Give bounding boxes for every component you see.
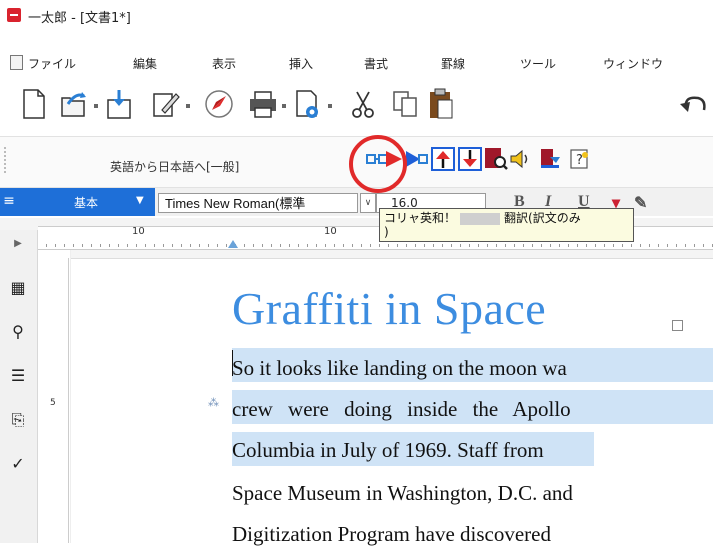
vertical-ruler-mark: 5 bbox=[50, 398, 56, 408]
navigator-icon[interactable] bbox=[202, 86, 236, 122]
document-line[interactable]: crew were doing inside the Apollo bbox=[232, 397, 571, 422]
style-selector[interactable]: 基本 ▼ bbox=[18, 188, 155, 216]
left-sidebar bbox=[0, 230, 38, 543]
document-title[interactable]: Graffiti in Space bbox=[232, 282, 546, 335]
dictionary-lookup-icon[interactable] bbox=[484, 147, 508, 171]
style-label: 基本 bbox=[74, 196, 99, 210]
print-dropdown-icon[interactable] bbox=[282, 104, 286, 108]
document-menu-icon[interactable] bbox=[10, 55, 23, 70]
edit-dropdown-icon[interactable] bbox=[186, 104, 190, 108]
highlight-pen-icon[interactable]: ✎ bbox=[634, 193, 647, 213]
paste-icon[interactable] bbox=[424, 86, 458, 122]
format-menu-icon[interactable]: ≡ bbox=[0, 188, 18, 216]
menu-tools[interactable]: ツール bbox=[520, 55, 556, 72]
document-line[interactable]: Columbia in July of 1969. Staff from bbox=[232, 438, 544, 463]
new-document-icon[interactable] bbox=[16, 86, 50, 122]
speaker-icon[interactable] bbox=[508, 147, 532, 171]
menu-file[interactable]: ファイル bbox=[28, 55, 76, 72]
window-title: 一太郎 - [文書1*] bbox=[28, 11, 131, 26]
undo-icon[interactable] bbox=[676, 86, 710, 122]
translate-down-icon[interactable] bbox=[458, 147, 482, 171]
thumbnail-grid-icon[interactable]: ▦ bbox=[8, 278, 28, 298]
save-icon[interactable] bbox=[102, 86, 136, 122]
menu-edit[interactable]: 編集 bbox=[133, 55, 157, 72]
toolbar-grip[interactable] bbox=[4, 147, 6, 175]
chevron-down-icon: ▼ bbox=[136, 195, 144, 206]
page-edge bbox=[68, 258, 69, 543]
open-file-icon[interactable] bbox=[56, 86, 90, 122]
paragraph-mark-icon: ⁂ bbox=[208, 396, 219, 409]
translate-tooltip: コリャ英和！ 翻訳(訳文のみ ) bbox=[379, 208, 634, 242]
edit-document-icon[interactable] bbox=[148, 86, 182, 122]
document-line[interactable]: Digitization Program have discovered bbox=[232, 522, 551, 547]
tooltip-text-line2: ) bbox=[384, 225, 389, 239]
copy-icon[interactable] bbox=[388, 86, 422, 122]
font-dropdown-icon[interactable]: ∨ bbox=[360, 193, 376, 213]
print-settings-icon[interactable] bbox=[290, 86, 324, 122]
print-icon[interactable] bbox=[246, 86, 280, 122]
document-line[interactable]: Space Museum in Washington, D.C. and bbox=[232, 481, 573, 506]
anchor-icon bbox=[672, 320, 683, 331]
open-dropdown-icon[interactable] bbox=[94, 104, 98, 108]
page-navigation-icon[interactable]: ⎘ bbox=[8, 410, 28, 430]
highlight-circle bbox=[349, 135, 407, 193]
settings-dropdown-icon[interactable] bbox=[328, 104, 332, 108]
check-icon[interactable]: ✓ bbox=[8, 454, 28, 474]
outline-list-icon[interactable]: ☰ bbox=[8, 366, 28, 386]
tooltip-redaction bbox=[460, 212, 501, 225]
help-icon[interactable]: ? bbox=[568, 147, 592, 171]
user-dictionary-icon[interactable] bbox=[538, 147, 562, 171]
expand-arrow-icon[interactable]: ▶ bbox=[8, 234, 28, 254]
indent-marker[interactable] bbox=[228, 240, 238, 248]
title-bar: 一太郎 - [文書1*] bbox=[0, 0, 713, 30]
menu-view[interactable]: 表示 bbox=[212, 55, 236, 72]
svg-text:?: ? bbox=[576, 153, 583, 168]
vertical-ruler bbox=[38, 250, 71, 543]
menu-window[interactable]: ウィンドウ bbox=[603, 55, 663, 72]
ruler-mark: 10 bbox=[132, 226, 145, 237]
font-name-field[interactable]: Times New Roman(標準 bbox=[158, 193, 358, 213]
app-logo bbox=[7, 8, 21, 22]
document-line[interactable]: So it looks like landing on the moon wa bbox=[232, 356, 567, 381]
cut-icon[interactable] bbox=[346, 86, 380, 122]
translate-all-icon[interactable] bbox=[405, 147, 429, 171]
menu-insert[interactable]: 挿入 bbox=[289, 55, 313, 72]
search-icon[interactable]: ⚲ bbox=[8, 322, 28, 342]
menu-ruled-line[interactable]: 罫線 bbox=[441, 55, 465, 72]
translate-up-icon[interactable] bbox=[431, 147, 455, 171]
ruler-mark: 10 bbox=[324, 226, 337, 237]
translation-direction[interactable]: 英語から日本語へ[一般] bbox=[110, 158, 239, 175]
tooltip-text-right: 翻訳(訳文のみ bbox=[504, 211, 581, 225]
tooltip-text-left: コリャ英和！ bbox=[384, 211, 457, 225]
menu-format[interactable]: 書式 bbox=[364, 55, 388, 72]
